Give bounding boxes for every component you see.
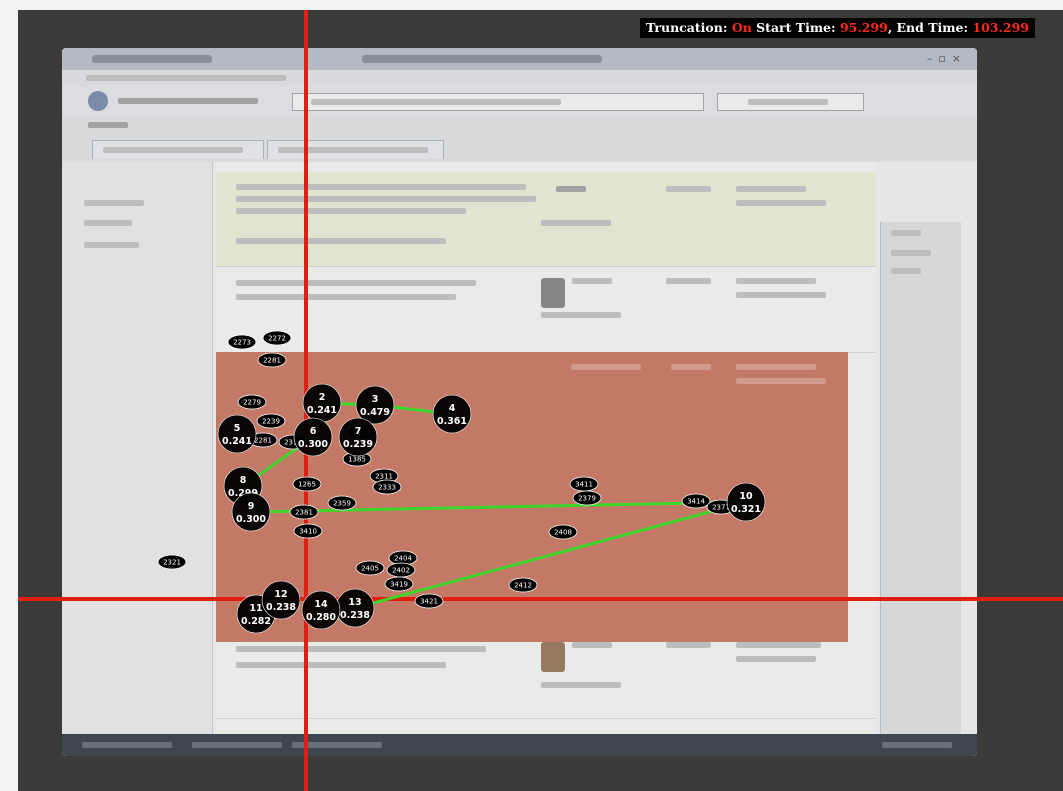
svg-text:3414: 3414 [687, 498, 705, 506]
fixation-node: 6 0.300 [293, 417, 333, 457]
fixation-node: 10 0.321 [726, 482, 766, 522]
svg-text:3410: 3410 [299, 528, 317, 536]
svg-text:1265: 1265 [298, 481, 316, 489]
fixation-duration: 0.321 [731, 504, 761, 515]
fixation-tag: 2272 [262, 330, 292, 346]
fixation-duration: 0.300 [236, 514, 266, 525]
fixation-index: 3 [372, 394, 379, 405]
svg-text:2281: 2281 [263, 357, 281, 365]
svg-text:2333: 2333 [378, 484, 396, 492]
fixation-node: 12 0.238 [261, 580, 301, 620]
fixation-index: 9 [248, 501, 255, 512]
svg-text:2405: 2405 [361, 565, 379, 573]
fixation-tag: 2405 [355, 560, 385, 576]
svg-text:2281: 2281 [254, 437, 272, 445]
fixation-duration: 0.280 [306, 612, 336, 623]
fixation-tag: 2239 [256, 413, 286, 429]
fixation-index: 4 [449, 403, 456, 414]
svg-text:3421: 3421 [420, 598, 438, 606]
truncation-label: Truncation: [646, 20, 728, 35]
fixation-duration: 0.238 [340, 610, 370, 621]
fixation-tag: 2321 [157, 554, 187, 570]
svg-text:2379: 2379 [578, 495, 596, 503]
end-time-label: , End Time: [887, 20, 969, 35]
fixation-tag: 2279 [237, 394, 267, 410]
fixation-tag: 3410 [293, 523, 323, 539]
fixation-index: 2 [319, 392, 326, 403]
fixation-tag: 2402 [386, 562, 416, 578]
fixation-index: 7 [355, 426, 362, 437]
fixation-node: 2 0.241 [302, 383, 342, 423]
fixation-index: 5 [234, 423, 241, 434]
fixation-duration: 0.282 [241, 616, 271, 627]
fixation-index: 14 [314, 599, 328, 610]
gaze-overlay: 2273227222812279223922812312230913852311… [157, 330, 766, 634]
svg-text:2402: 2402 [392, 567, 410, 575]
fixation-duration: 0.479 [360, 407, 390, 418]
fixation-node: 14 0.280 [301, 590, 341, 630]
svg-text:2408: 2408 [554, 529, 572, 537]
fixation-tag: 2333 [372, 479, 402, 495]
truncation-value: On [731, 20, 752, 35]
fixation-tag: 3419 [384, 576, 414, 592]
fixation-duration: 0.239 [343, 439, 373, 450]
fixation-index: 13 [348, 597, 361, 608]
fixation-tag: 2412 [508, 577, 538, 593]
svg-text:2311: 2311 [375, 473, 393, 481]
fixation-duration: 0.241 [222, 436, 252, 447]
fixation-tag: 1265 [292, 476, 322, 492]
fixation-duration: 0.300 [298, 439, 328, 450]
fixation-tag: 3414 [681, 493, 711, 509]
fixation-tag: 2379 [572, 490, 602, 506]
svg-text:3419: 3419 [390, 581, 408, 589]
svg-text:2412: 2412 [514, 582, 532, 590]
fixation-tag: 2381 [289, 504, 319, 520]
end-time-value: 103.299 [972, 20, 1029, 35]
scanpath-segment [250, 500, 747, 514]
start-time-label: Start Time: [756, 20, 836, 35]
svg-text:2239: 2239 [262, 418, 280, 426]
svg-text:3411: 3411 [575, 481, 593, 489]
fixation-index: 6 [310, 426, 317, 437]
svg-text:2272: 2272 [268, 335, 286, 343]
fixation-node: 7 0.239 [338, 417, 378, 457]
fixation-node: 4 0.361 [432, 394, 472, 434]
svg-text:2273: 2273 [233, 339, 251, 347]
svg-text:2359: 2359 [333, 500, 351, 508]
fixation-tag: 2281 [257, 352, 287, 368]
svg-text:2321: 2321 [163, 559, 181, 567]
fixation-duration: 0.361 [437, 416, 467, 427]
fixation-tag: 2408 [548, 524, 578, 540]
fixation-duration: 0.241 [307, 405, 337, 416]
fixation-node: 5 0.241 [217, 414, 257, 454]
fixation-index: 12 [274, 589, 287, 600]
fixation-tag: 2359 [327, 495, 357, 511]
svg-text:2279: 2279 [243, 399, 261, 407]
video-frame: –▫× 2273 2272 2281 2279 2239 2281 2312 1… [18, 10, 1063, 791]
svg-text:2404: 2404 [394, 555, 412, 563]
fixation-index: 8 [240, 475, 247, 486]
fixation-node: 13 0.238 [335, 588, 375, 628]
fixation-index: 11 [249, 603, 262, 614]
fixation-tag: 3421 [414, 593, 444, 609]
fixation-node: 9 0.300 [231, 492, 271, 532]
hud-overlay: Truncation: On Start Time: 95.299, End T… [640, 18, 1035, 38]
fixation-tag: 2273 [227, 334, 257, 350]
fixation-index: 10 [739, 491, 753, 502]
fixation-duration: 0.238 [266, 602, 296, 613]
svg-text:1385: 1385 [348, 456, 366, 464]
svg-text:2381: 2381 [295, 509, 313, 517]
start-time-value: 95.299 [839, 20, 888, 35]
fixation-tag: 3411 [569, 476, 599, 492]
